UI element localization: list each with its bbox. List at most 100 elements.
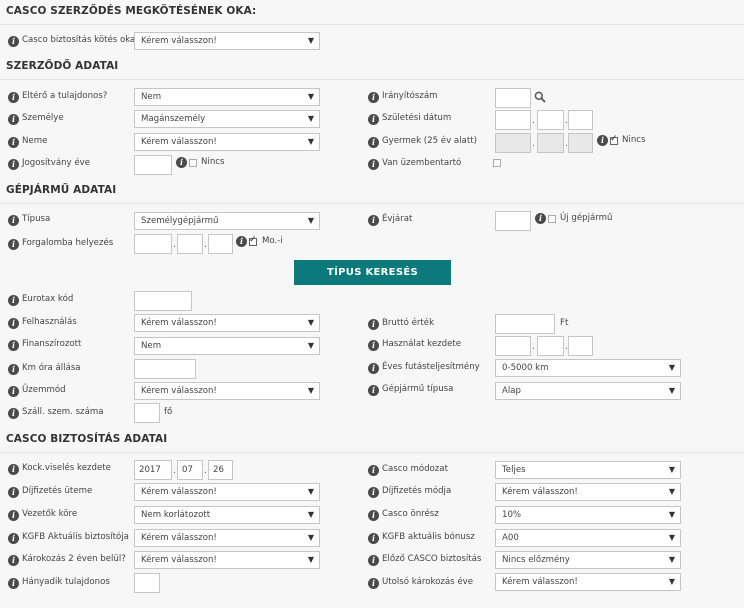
info-icon[interactable]: i [8,364,19,375]
info-icon[interactable]: i [8,92,19,103]
casco-reason-select[interactable]: Kérem válasszon! ▼ [134,32,320,50]
vehicle-type-select[interactable]: Személygépjármű ▼ [134,212,320,230]
casco-mode-select[interactable]: Teljes ▼ [495,461,681,479]
different-owner-select[interactable]: Nem ▼ [134,88,320,106]
chevron-down-icon: ▼ [307,114,314,123]
kgfb-insurer-select[interactable]: Kérem válasszon! ▼ [134,529,320,547]
vehicle-year-input[interactable] [495,211,531,231]
first-reg-month-input[interactable] [177,234,203,254]
label-gross-value: i Bruttó érték [368,316,434,330]
info-icon[interactable]: i [368,533,379,544]
gender-select[interactable]: Kérem válasszon! ▼ [134,133,320,151]
claims-select[interactable]: Kérem válasszon! ▼ [134,551,320,569]
annual-km-select[interactable]: 0-5000 km ▼ [495,359,681,377]
info-icon[interactable]: i [8,533,19,544]
payment-freq-select[interactable]: Kérem válasszon! ▼ [134,483,320,501]
info-icon[interactable]: i [368,340,379,351]
info-icon[interactable]: i [8,137,19,148]
kgfb-bonus-select[interactable]: A00 ▼ [495,529,681,547]
info-icon[interactable]: i [368,137,379,148]
info-icon[interactable]: i [8,510,19,521]
payment-method-select[interactable]: Kérem válasszon! ▼ [495,483,681,501]
info-icon[interactable]: i [8,464,19,475]
odometer-input[interactable] [134,359,196,379]
type-search-button[interactable]: TÍPUS KERESÉS [294,260,451,285]
seats-input[interactable] [134,403,160,423]
chevron-down-icon: ▼ [668,386,675,395]
date-separator: . [532,342,535,352]
info-icon[interactable]: i [236,236,247,247]
children-input-1[interactable] [495,133,531,153]
section-title-vehicle: GÉPJÁRMŰ ADATAI [6,184,117,196]
usage-start-day-input[interactable] [568,336,593,356]
label-usage: i Felhasználás [8,315,77,329]
info-icon[interactable]: i [368,319,379,330]
first-reg-day-input[interactable] [208,234,233,254]
info-icon[interactable]: i [597,135,608,146]
birth-year-input[interactable] [495,110,531,130]
info-icon[interactable]: i [8,159,19,170]
info-icon[interactable]: i [8,386,19,397]
info-icon[interactable]: i [8,340,19,351]
usage-start-year-input[interactable] [495,336,531,356]
new-vehicle-checkbox[interactable] [548,215,556,223]
person-type-select[interactable]: Magánszemély ▼ [134,110,320,128]
nth-owner-input[interactable] [134,573,160,593]
usage-start-month-input[interactable] [537,336,564,356]
vehicle-kind-select[interactable]: Alap ▼ [495,382,681,400]
birth-month-input[interactable] [537,110,564,130]
info-icon[interactable]: i [368,159,379,170]
info-icon[interactable]: i [8,555,19,566]
drivers-select[interactable]: Nem korlátozott ▼ [134,506,320,524]
zip-input[interactable] [495,88,531,108]
risk-start-year-input[interactable]: 2017 [134,460,172,480]
operator-checkbox[interactable] [493,159,501,167]
label-vehicle-year: i Évjárat [368,212,412,226]
info-icon[interactable]: i [8,408,19,419]
info-icon[interactable]: i [8,318,19,329]
last-claim-year-select[interactable]: Kérem válasszon! ▼ [495,573,681,591]
children-none-checkbox[interactable] [610,134,618,145]
info-icon[interactable]: i [368,114,379,125]
deductible-select[interactable]: 10% ▼ [495,506,681,524]
usage-select[interactable]: Kérem válasszon! ▼ [134,314,320,332]
operation-select[interactable]: Kérem válasszon! ▼ [134,382,320,400]
chevron-down-icon: ▼ [307,137,314,146]
risk-start-day-input[interactable]: 26 [208,460,233,480]
license-year-input[interactable] [134,155,172,175]
info-icon[interactable]: i [368,578,379,589]
info-icon[interactable]: i [368,555,379,566]
eurotax-input[interactable] [134,291,192,311]
label-kgfb-insurer: i KGFB Aktuális biztosítója [8,530,129,544]
children-input-3[interactable] [568,133,593,153]
info-icon[interactable]: i [8,36,19,47]
search-icon[interactable] [534,91,546,103]
first-reg-year-input[interactable] [134,234,172,254]
info-icon[interactable]: i [368,510,379,521]
info-icon[interactable]: i [535,213,546,224]
info-icon[interactable]: i [368,215,379,226]
info-icon[interactable]: i [8,487,19,498]
gross-value-input[interactable] [495,314,555,334]
info-icon[interactable]: i [8,114,19,125]
info-icon[interactable]: i [368,487,379,498]
info-icon[interactable]: i [368,363,379,374]
risk-start-month-input[interactable]: 07 [177,460,203,480]
info-icon[interactable]: i [8,578,19,589]
section-title-casco: CASCO BIZTOSÍTÁS ADATAI [6,433,168,445]
prev-casco-select[interactable]: Nincs előzmény ▼ [495,551,681,569]
info-icon[interactable]: i [176,157,187,168]
info-icon[interactable]: i [8,295,19,306]
license-none-checkbox[interactable] [189,159,197,167]
info-icon[interactable]: i [368,385,379,396]
label-last-claim-year: i Utolsó károkozás éve [368,575,473,589]
birth-day-input[interactable] [568,110,593,130]
mo-checkbox[interactable] [249,235,257,246]
info-icon[interactable]: i [8,239,19,250]
info-icon[interactable]: i [368,465,379,476]
financed-select[interactable]: Nem ▼ [134,337,320,355]
info-icon[interactable]: i [368,92,379,103]
info-icon[interactable]: i [8,215,19,226]
children-input-2[interactable] [537,133,564,153]
chevron-down-icon: ▼ [668,465,675,474]
